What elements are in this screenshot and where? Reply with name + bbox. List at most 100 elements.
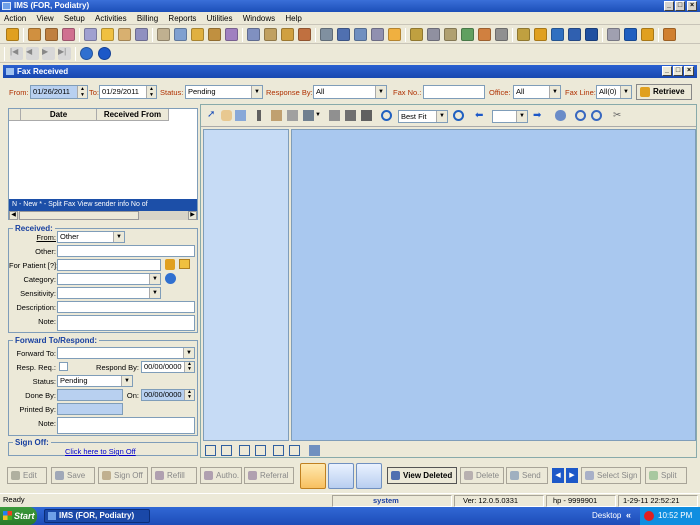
menu-windows[interactable]: Windows	[239, 12, 279, 25]
desktop-toolbar-label[interactable]: Desktop	[592, 511, 621, 520]
info-icon[interactable]	[641, 28, 654, 41]
redact-icon[interactable]	[361, 110, 372, 121]
last-record-icon[interactable]: ▶|	[58, 47, 71, 60]
zoom-select[interactable]: Best Fit ▼	[398, 110, 448, 123]
note-icon[interactable]	[157, 28, 170, 41]
respond-by-input[interactable]: 00/00/0000 ▲ ▼	[141, 361, 195, 373]
scan-icon[interactable]	[427, 28, 440, 41]
fit-height-icon[interactable]	[239, 445, 250, 456]
flask-icon[interactable]	[84, 28, 97, 41]
column-date[interactable]: Date	[21, 109, 97, 121]
close-button[interactable]: ×	[687, 1, 697, 11]
start-button[interactable]: Start	[0, 507, 37, 525]
retrieve-button[interactable]: Retrieve	[636, 84, 692, 100]
stamp-icon[interactable]	[345, 110, 356, 121]
money-icon[interactable]	[191, 28, 204, 41]
horizontal-scrollbar[interactable]: ◀ ▶	[9, 211, 197, 220]
fax-icon[interactable]	[320, 28, 333, 41]
phone-icon[interactable]	[354, 28, 367, 41]
show-more-icon[interactable]: «	[626, 510, 631, 520]
to-date-input[interactable]: 01/29/2011 ▲ ▼	[99, 85, 157, 99]
minimize-button[interactable]: _	[664, 1, 674, 11]
fax-document-icon[interactable]	[328, 463, 354, 489]
tray-alert-icon[interactable]	[644, 511, 654, 521]
highlighter-icon[interactable]	[329, 110, 340, 121]
split-button[interactable]: Split	[645, 467, 687, 484]
scroll-right-icon[interactable]: ▶	[188, 211, 197, 220]
next-fax-icon[interactable]: ▶	[566, 468, 578, 483]
taskbar-ims-button[interactable]: IMS (FOR, Podiatry)	[44, 509, 150, 523]
description-input[interactable]	[57, 301, 195, 313]
layout-single-icon[interactable]	[205, 445, 216, 456]
doc-icon[interactable]	[444, 28, 457, 41]
calendar-icon[interactable]	[118, 28, 131, 41]
select-sign-button[interactable]: Select Sign	[581, 467, 641, 484]
folder-icon[interactable]	[101, 28, 114, 41]
save-button[interactable]: Save	[51, 467, 95, 484]
add-category-icon[interactable]	[165, 273, 176, 284]
first-record-icon[interactable]: |◀	[10, 47, 23, 60]
done-on-spinner[interactable]: ▲ ▼	[184, 390, 194, 400]
payment-icon[interactable]	[208, 28, 221, 41]
group-icon[interactable]	[45, 28, 58, 41]
other-input[interactable]	[57, 245, 195, 257]
fax-folder-icon[interactable]	[300, 463, 326, 489]
patient-lookup-icon[interactable]	[165, 259, 175, 270]
letter-icon[interactable]	[534, 28, 547, 41]
status-filter-select[interactable]: Pending ▼	[185, 85, 263, 99]
resp-req-checkbox[interactable]	[59, 362, 68, 371]
fax-print-icon[interactable]	[356, 463, 382, 489]
pen-icon[interactable]	[337, 28, 350, 41]
pointer-icon[interactable]: ➚	[207, 110, 218, 121]
edit-button[interactable]: Edit	[7, 467, 47, 484]
sign-off-button[interactable]: Sign Off	[98, 467, 148, 484]
pen-icon[interactable]	[257, 110, 261, 121]
word-icon[interactable]	[585, 28, 598, 41]
exit-icon[interactable]	[663, 28, 676, 41]
patient-input[interactable]	[57, 259, 161, 271]
respond-by-spinner[interactable]: ▲ ▼	[184, 362, 194, 372]
claim-icon[interactable]	[225, 28, 238, 41]
print-icon[interactable]	[410, 28, 423, 41]
next-page-icon[interactable]: ➡	[533, 110, 544, 121]
fax-list-grid[interactable]: Date Received From N - New * - Split Fax…	[8, 108, 198, 220]
rotate-left-icon[interactable]	[575, 110, 586, 121]
people-icon[interactable]	[298, 28, 311, 41]
previous-fax-icon[interactable]: ◀	[552, 468, 564, 483]
autho-button[interactable]: Autho.	[200, 467, 242, 484]
response-by-select[interactable]: All ▼	[313, 85, 387, 99]
image-icon[interactable]	[461, 28, 474, 41]
tools-icon[interactable]: ✂	[613, 110, 624, 121]
web-icon[interactable]	[568, 28, 581, 41]
menu-action[interactable]: Action	[0, 12, 30, 25]
schedule-icon[interactable]	[281, 28, 294, 41]
person-icon[interactable]	[478, 28, 491, 41]
thumbnails-icon[interactable]	[309, 445, 320, 456]
column-received-from[interactable]: Received From	[97, 109, 169, 121]
lab-icon[interactable]	[62, 28, 75, 41]
layout-double-icon[interactable]	[221, 445, 232, 456]
actual-size-icon[interactable]	[273, 445, 284, 456]
email-icon[interactable]	[371, 28, 384, 41]
document-icon[interactable]	[607, 28, 620, 41]
zoom-area-icon[interactable]	[235, 110, 246, 121]
sensitivity-select[interactable]: ▼	[57, 287, 161, 299]
menu-utilities[interactable]: Utilities	[203, 12, 237, 25]
maximize-button[interactable]: □	[675, 1, 685, 11]
rotate-right-icon[interactable]	[591, 110, 602, 121]
refill-button[interactable]: Refill	[151, 467, 197, 484]
previous-record-icon[interactable]: ◀	[26, 47, 39, 60]
scroll-thumb[interactable]	[19, 211, 139, 220]
refresh-icon[interactable]	[80, 47, 93, 60]
chart-icon[interactable]	[388, 28, 401, 41]
new-patient-icon[interactable]	[179, 259, 190, 269]
referral-button[interactable]: Referral	[244, 467, 294, 484]
forward-note-input[interactable]	[57, 417, 195, 434]
receipt-icon[interactable]	[264, 28, 277, 41]
forward-status-select[interactable]: Pending ▼	[57, 375, 133, 387]
window-minimize-button[interactable]: _	[662, 66, 672, 76]
note-input[interactable]	[57, 315, 195, 331]
from-date-spinner[interactable]: ▲ ▼	[77, 86, 87, 98]
office-select[interactable]: All ▼	[513, 85, 561, 99]
view-icon[interactable]	[555, 110, 566, 121]
